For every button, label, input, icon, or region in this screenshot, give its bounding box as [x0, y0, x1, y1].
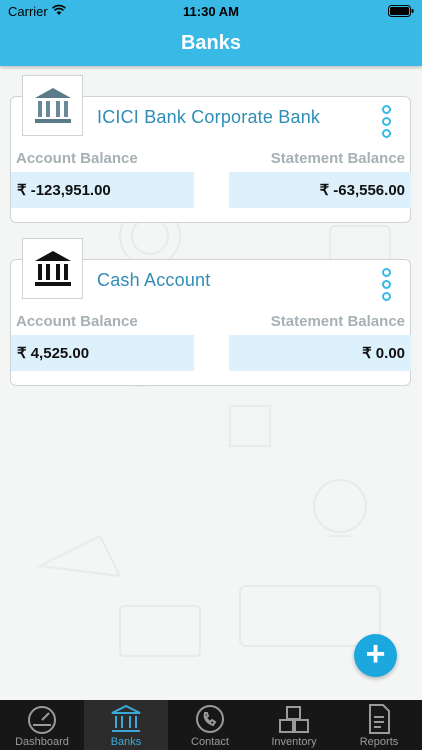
bank-name: ICICI Bank Corporate Bank — [97, 107, 321, 127]
tab-label: Reports — [359, 736, 399, 748]
more-options-icon[interactable] — [382, 105, 392, 139]
statement-balance-value: ₹ -63,556.00 — [229, 172, 411, 208]
account-balance-label: Account Balance — [16, 150, 138, 167]
bank-logo — [22, 238, 83, 299]
tab-banks[interactable]: Banks — [84, 700, 168, 750]
bank-card[interactable]: Cash Account Account Balance Statement B… — [10, 238, 411, 386]
bank-icon — [111, 704, 141, 732]
tab-inventory[interactable]: Inventory — [252, 700, 336, 750]
tab-label: Dashboard — [15, 736, 69, 748]
tab-reports[interactable]: Reports — [336, 700, 422, 750]
more-options-icon[interactable] — [382, 268, 392, 302]
account-balance-value: ₹ 4,525.00 — [11, 335, 194, 371]
status-time: 11:30 AM — [183, 4, 239, 19]
tab-contact[interactable]: Contact — [168, 700, 252, 750]
bank-logo — [22, 75, 83, 136]
boxes-icon — [279, 706, 309, 733]
page-title: Banks — [180, 32, 242, 54]
account-balance-label: Account Balance — [16, 313, 138, 330]
statement-balance-label: Statement Balance — [270, 150, 405, 167]
navigation-bar: Banks — [0, 22, 422, 66]
statement-balance-label: Statement Balance — [270, 313, 405, 330]
speedometer-icon — [28, 706, 56, 734]
tab-label: Inventory — [271, 736, 317, 748]
battery-icon — [388, 5, 414, 17]
status-bar: Carrier 11:30 AM — [0, 0, 422, 22]
tab-bar: Dashboard Banks Contact Inventory Report… — [0, 700, 422, 750]
account-balance-value: ₹ -123,951.00 — [11, 172, 194, 208]
tab-dashboard[interactable]: Dashboard — [0, 700, 84, 750]
add-bank-button[interactable]: + — [354, 634, 397, 677]
tab-label: Banks — [110, 736, 142, 748]
bank-icon — [35, 251, 71, 286]
bank-name: Cash Account — [97, 270, 211, 290]
phone-icon — [196, 705, 224, 733]
document-icon — [369, 704, 390, 734]
bank-icon — [35, 88, 71, 123]
statement-balance-value: ₹ 0.00 — [229, 335, 411, 371]
bank-card[interactable]: ICICI Bank Corporate Bank Account Balanc… — [10, 75, 411, 223]
tab-label: Contact — [191, 736, 229, 748]
